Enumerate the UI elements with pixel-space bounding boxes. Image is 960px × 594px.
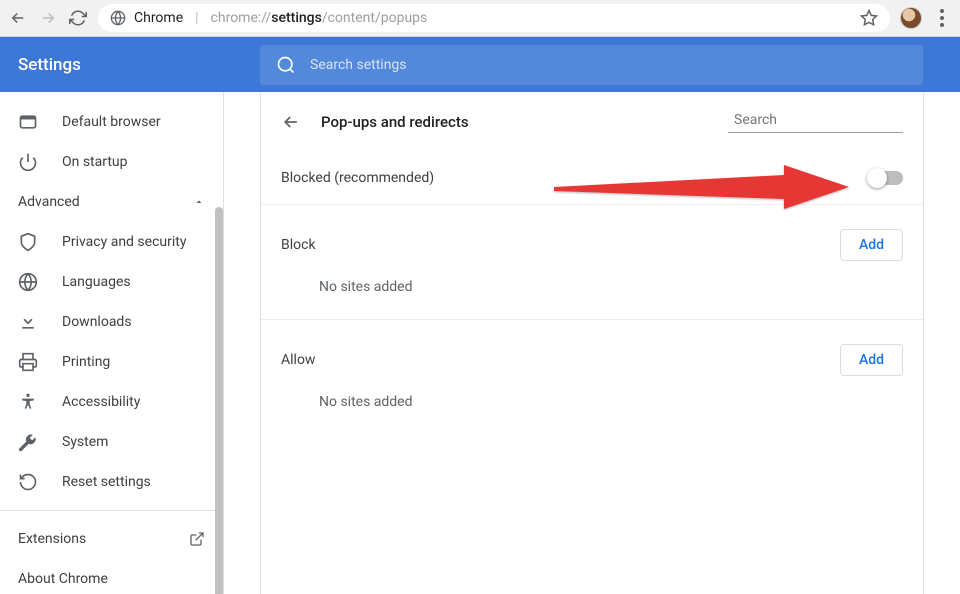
sidebar-divider — [0, 510, 223, 511]
reload-button[interactable] — [68, 8, 88, 28]
omnibox-separator: | — [195, 10, 198, 26]
page-title: Pop-ups and redirects — [321, 113, 708, 131]
blocked-toggle[interactable] — [869, 171, 903, 185]
browser-icon — [18, 112, 38, 132]
sidebar-item-label: Default browser — [62, 114, 161, 130]
content-area: Pop-ups and redirects Blocked (recommend… — [224, 92, 960, 594]
about-label: About Chrome — [18, 571, 108, 587]
sidebar-item-extensions[interactable]: Extensions — [0, 519, 223, 559]
page-search[interactable] — [728, 112, 903, 133]
sidebar-item-on-startup[interactable]: On startup — [0, 142, 223, 182]
block-section-label: Block — [281, 237, 316, 253]
block-empty-text: No sites added — [261, 271, 923, 320]
toggle-knob — [867, 168, 887, 188]
blocked-toggle-row: Blocked (recommended) — [261, 152, 923, 205]
sidebar-item-system[interactable]: System — [0, 422, 223, 462]
sidebar-item-about[interactable]: About Chrome — [0, 559, 223, 594]
sidebar-item-accessibility[interactable]: Accessibility — [0, 382, 223, 422]
settings-header: Settings — [0, 37, 960, 92]
block-section-header: Block Add — [261, 205, 923, 271]
sidebar-item-label: Accessibility — [62, 394, 140, 410]
sidebar-item-reset[interactable]: Reset settings — [0, 462, 223, 502]
sidebar-item-privacy[interactable]: Privacy and security — [0, 222, 223, 262]
wrench-icon — [18, 432, 38, 452]
settings-search[interactable] — [260, 45, 923, 85]
extensions-label: Extensions — [18, 531, 86, 547]
print-icon — [18, 352, 38, 372]
page-search-input[interactable] — [734, 112, 912, 128]
restore-icon — [18, 472, 38, 492]
allow-add-button[interactable]: Add — [840, 344, 903, 376]
omnibox-url: chrome://settings/content/popups — [211, 10, 428, 26]
power-icon — [18, 152, 38, 172]
sidebar-item-downloads[interactable]: Downloads — [0, 302, 223, 342]
sidebar-item-label: Reset settings — [62, 474, 151, 490]
sidebar-advanced-toggle[interactable]: Advanced — [0, 182, 223, 222]
external-link-icon — [189, 531, 205, 547]
settings-title: Settings — [18, 55, 260, 75]
sidebar-item-label: Privacy and security — [62, 234, 186, 250]
chevron-up-icon — [193, 196, 205, 208]
bookmark-star-icon[interactable] — [860, 9, 878, 27]
sidebar-item-label: Languages — [62, 274, 131, 290]
site-info-icon — [110, 10, 126, 26]
sidebar-item-languages[interactable]: Languages — [0, 262, 223, 302]
sidebar-item-label: On startup — [62, 154, 128, 170]
sidebar-item-label: Downloads — [62, 314, 132, 330]
allow-section-header: Allow Add — [261, 320, 923, 386]
download-icon — [18, 312, 38, 332]
sidebar: Default browser On startup Advanced Priv… — [0, 92, 224, 594]
globe-icon — [18, 272, 38, 292]
shield-icon — [18, 232, 38, 252]
forward-button[interactable] — [38, 8, 58, 28]
allow-empty-text: No sites added — [261, 386, 923, 434]
allow-section-label: Allow — [281, 352, 315, 368]
page-header: Pop-ups and redirects — [261, 92, 923, 152]
browser-toolbar: Chrome | chrome://settings/content/popup… — [0, 0, 960, 37]
sidebar-item-label: System — [62, 434, 108, 450]
sidebar-scrollbar[interactable] — [215, 207, 223, 594]
block-add-button[interactable]: Add — [840, 229, 903, 261]
profile-avatar[interactable] — [900, 7, 922, 29]
blocked-label: Blocked (recommended) — [281, 170, 434, 186]
sidebar-item-printing[interactable]: Printing — [0, 342, 223, 382]
settings-search-input[interactable] — [310, 57, 907, 73]
sidebar-item-label: Printing — [62, 354, 110, 370]
omnibox-chrome-label: Chrome — [134, 10, 183, 26]
accessibility-icon — [18, 392, 38, 412]
browser-menu-icon[interactable] — [932, 9, 952, 27]
omnibox[interactable]: Chrome | chrome://settings/content/popup… — [98, 4, 890, 32]
page-back-button[interactable] — [281, 112, 301, 132]
advanced-label: Advanced — [18, 194, 80, 210]
sidebar-item-default-browser[interactable]: Default browser — [0, 102, 223, 142]
settings-page: Pop-ups and redirects Blocked (recommend… — [260, 92, 924, 594]
back-button[interactable] — [8, 8, 28, 28]
search-icon — [276, 55, 296, 75]
